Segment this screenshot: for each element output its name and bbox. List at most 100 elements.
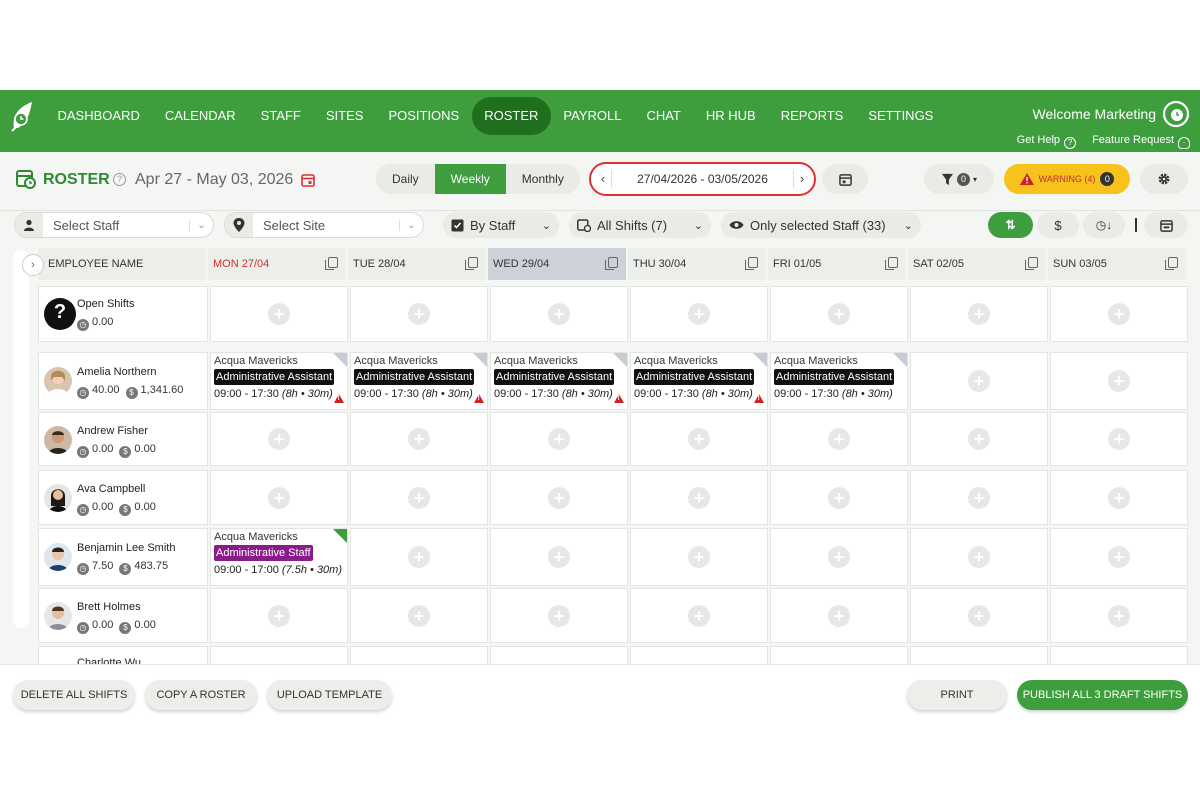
add-shift-icon[interactable]: +: [548, 486, 570, 509]
help-icon[interactable]: ?: [113, 173, 126, 186]
add-shift-icon[interactable]: +: [408, 428, 430, 450]
warning-icon[interactable]: [754, 394, 764, 403]
add-shift-icon[interactable]: +: [1108, 486, 1130, 509]
shift-cell[interactable]: +: [350, 412, 488, 466]
warning-icon[interactable]: [474, 394, 484, 403]
add-shift-icon[interactable]: +: [968, 486, 990, 509]
shift-cell[interactable]: +: [770, 412, 908, 466]
shift-cell[interactable]: +: [770, 470, 908, 525]
shift-cell[interactable]: +: [770, 588, 908, 643]
add-shift-icon[interactable]: +: [268, 486, 290, 509]
employee-cell[interactable]: ? Open Shifts ◷ 0.00: [38, 286, 208, 342]
shift-cell[interactable]: +: [490, 528, 628, 586]
add-shift-icon[interactable]: +: [548, 303, 570, 325]
shift-cell[interactable]: +: [350, 588, 488, 643]
copy-day-icon[interactable]: [745, 257, 758, 270]
shift-cell[interactable]: +: [630, 286, 768, 342]
shift-cell[interactable]: +: [630, 412, 768, 466]
shift-cell[interactable]: +: [630, 588, 768, 643]
delete-all-shifts-button[interactable]: DELETE ALL SHIFTS: [13, 680, 135, 710]
select-site-dropdown[interactable]: Select Site ⌄: [224, 212, 424, 238]
cost-toggle-button[interactable]: $: [1037, 212, 1079, 238]
add-shift-icon[interactable]: +: [1108, 428, 1130, 450]
employee-cell[interactable]: Brett Holmes ◷ 0.00 $0.00: [38, 588, 208, 643]
warning-button[interactable]: WARNING (4) 0: [1004, 164, 1130, 194]
shift-cell[interactable]: +: [490, 412, 628, 466]
add-shift-icon[interactable]: +: [828, 604, 850, 627]
publish-shifts-button[interactable]: PUBLISH ALL 3 DRAFT SHIFTS: [1017, 680, 1188, 710]
week-picker-value[interactable]: 27/04/2026 - 03/05/2026: [615, 172, 790, 186]
view-weekly[interactable]: Weekly: [434, 164, 506, 194]
shift-cell[interactable]: +: [910, 470, 1048, 525]
add-shift-icon[interactable]: +: [1108, 370, 1130, 392]
add-shift-icon[interactable]: +: [1108, 303, 1130, 325]
add-shift-icon[interactable]: +: [828, 546, 850, 568]
add-shift-icon[interactable]: +: [968, 604, 990, 627]
add-shift-icon[interactable]: +: [268, 428, 290, 450]
expand-sidebar-chevron-icon[interactable]: ›: [22, 254, 44, 276]
warning-icon[interactable]: [334, 394, 344, 403]
nav-reports[interactable]: REPORTS: [768, 97, 856, 135]
shift-cell[interactable]: +: [630, 528, 768, 586]
select-staff-dropdown[interactable]: Select Staff ⌄: [14, 212, 214, 238]
employee-cell[interactable]: Amelia Northern ◷ 40.00 $1,341.60: [38, 352, 208, 410]
add-shift-icon[interactable]: +: [968, 303, 990, 325]
calendar-picker-button[interactable]: [822, 164, 868, 194]
copy-day-icon[interactable]: [325, 257, 338, 270]
add-shift-icon[interactable]: +: [408, 486, 430, 509]
add-shift-icon[interactable]: +: [968, 546, 990, 568]
shift-cell[interactable]: +: [490, 588, 628, 643]
add-shift-icon[interactable]: +: [548, 546, 570, 568]
feature-request-link[interactable]: Feature Request ·: [1092, 134, 1190, 149]
add-shift-icon[interactable]: +: [268, 303, 290, 325]
nav-calendar[interactable]: CALENDAR: [152, 97, 248, 135]
shift-cell[interactable]: +: [910, 528, 1048, 586]
nav-roster[interactable]: ROSTER: [471, 97, 551, 135]
app-logo-icon[interactable]: [8, 98, 40, 134]
shift-cell[interactable]: +: [490, 286, 628, 342]
add-shift-icon[interactable]: +: [688, 604, 710, 627]
shift-card[interactable]: Acqua Mavericks Administrative Assistant 0…: [350, 352, 488, 410]
add-shift-icon[interactable]: +: [1108, 604, 1130, 627]
nav-dashboard[interactable]: DASHBOARD: [45, 97, 152, 135]
shift-filter-dropdown[interactable]: All Shifts (7) ⌄: [569, 212, 711, 238]
shift-card[interactable]: Acqua Mavericks Administrative Assistant 0…: [630, 352, 768, 410]
calendar-icon[interactable]: [301, 173, 315, 187]
print-button[interactable]: PRINT: [907, 680, 1007, 710]
add-shift-icon[interactable]: +: [828, 486, 850, 509]
shift-cell[interactable]: +: [1050, 286, 1188, 342]
copy-day-icon[interactable]: [605, 257, 618, 270]
nav-chat[interactable]: CHAT: [634, 97, 693, 135]
nav-settings[interactable]: SETTINGS: [856, 97, 946, 135]
copy-day-icon[interactable]: [1025, 257, 1038, 270]
shift-cell[interactable]: +: [350, 286, 488, 342]
shift-cell[interactable]: +: [210, 412, 348, 466]
shift-cell[interactable]: +: [910, 412, 1048, 466]
shift-cell[interactable]: +: [1050, 470, 1188, 525]
employee-cell[interactable]: Benjamin Lee Smith ◷ 7.50 $483.75: [38, 528, 208, 586]
add-shift-icon[interactable]: +: [688, 486, 710, 509]
add-shift-icon[interactable]: +: [688, 303, 710, 325]
add-shift-icon[interactable]: +: [408, 546, 430, 568]
shift-cell[interactable]: +: [770, 528, 908, 586]
shift-cell[interactable]: +: [210, 470, 348, 525]
shift-card[interactable]: Acqua Mavericks Administrative Staff 09:00…: [210, 528, 348, 586]
warning-icon[interactable]: [614, 394, 624, 403]
add-shift-icon[interactable]: +: [408, 604, 430, 627]
shift-cell[interactable]: +: [770, 286, 908, 342]
shift-cell[interactable]: +: [350, 528, 488, 586]
add-shift-icon[interactable]: +: [688, 428, 710, 450]
add-shift-icon[interactable]: +: [968, 428, 990, 450]
sort-button[interactable]: ⇅: [988, 212, 1033, 238]
copy-roster-button[interactable]: COPY A ROSTER: [145, 680, 257, 710]
settings-button[interactable]: [1140, 164, 1188, 194]
shift-cell[interactable]: +: [350, 470, 488, 525]
shift-cell[interactable]: +: [210, 588, 348, 643]
upload-template-button[interactable]: UPLOAD TEMPLATE: [267, 680, 392, 710]
nav-positions[interactable]: POSITIONS: [376, 97, 472, 135]
employee-cell[interactable]: Ava Campbell ◷ 0.00 $0.00: [38, 470, 208, 525]
add-shift-icon[interactable]: +: [548, 428, 570, 450]
shift-cell[interactable]: +: [630, 470, 768, 525]
add-shift-icon[interactable]: +: [968, 370, 990, 392]
view-daily[interactable]: Daily: [376, 164, 435, 194]
